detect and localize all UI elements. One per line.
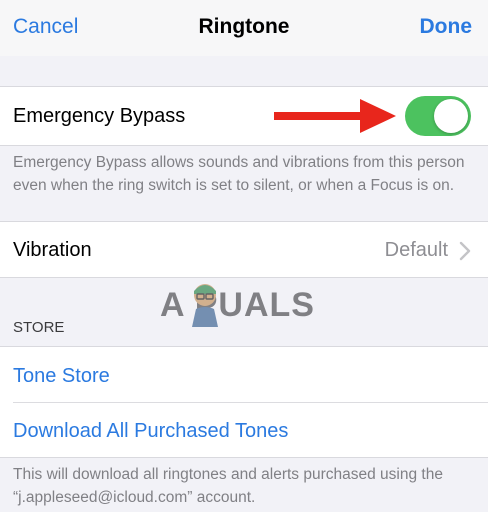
store-footer-description: This will download all ringtones and ale…	[13, 466, 443, 506]
vibration-row[interactable]: Vibration Default	[0, 221, 488, 278]
emergency-bypass-description: Emergency Bypass allows sounds and vibra…	[13, 154, 465, 194]
chevron-right-icon	[459, 241, 471, 261]
download-purchased-tones-link[interactable]: Download All Purchased Tones	[13, 418, 288, 444]
page-title: Ringtone	[198, 15, 290, 38]
row-separator	[13, 402, 488, 403]
toggle-knob	[434, 99, 468, 133]
vibration-label: Vibration	[13, 239, 92, 261]
emergency-bypass-toggle[interactable]	[405, 96, 471, 136]
store-group: Tone Store Download All Purchased Tones	[0, 346, 488, 458]
navigation-bar: Cancel Ringtone Done	[0, 0, 488, 56]
emergency-bypass-row: Emergency Bypass	[0, 86, 488, 146]
done-button[interactable]: Done	[420, 13, 473, 41]
mascot-icon	[192, 284, 218, 327]
watermark-text: A PUALS	[160, 286, 315, 324]
vibration-value: Default	[384, 239, 448, 261]
emergency-bypass-label: Emergency Bypass	[13, 105, 186, 127]
tone-store-link[interactable]: Tone Store	[13, 363, 110, 389]
section-header-store: STORE	[13, 319, 65, 336]
watermark-logo: A PUALS	[160, 279, 350, 329]
red-arrow-icon	[274, 99, 396, 133]
